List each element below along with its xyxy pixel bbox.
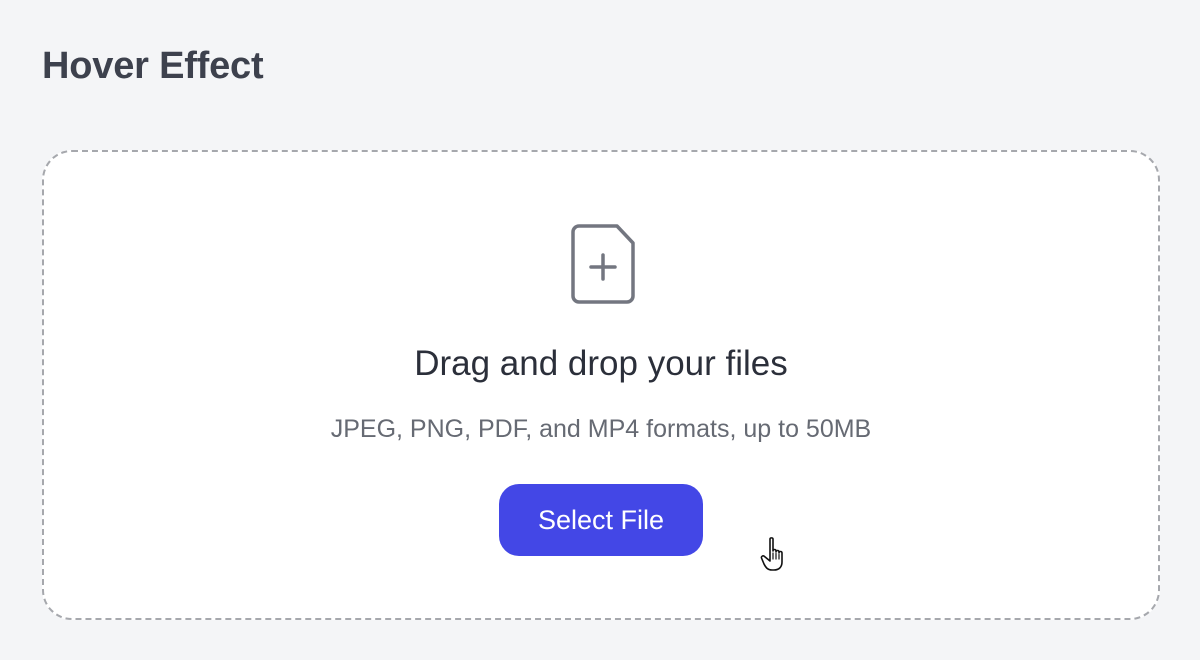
file-plus-icon [571,224,635,304]
pointer-hand-icon [760,536,794,572]
dropzone-formats-hint: JPEG, PNG, PDF, and MP4 formats, up to 5… [330,415,872,443]
dropzone-headline: Drag and drop your files [414,344,788,383]
page-title: Hover Effect [42,45,264,87]
select-file-button[interactable]: Select File [499,484,703,556]
file-dropzone[interactable]: Drag and drop your files JPEG, PNG, PDF,… [42,150,1160,620]
